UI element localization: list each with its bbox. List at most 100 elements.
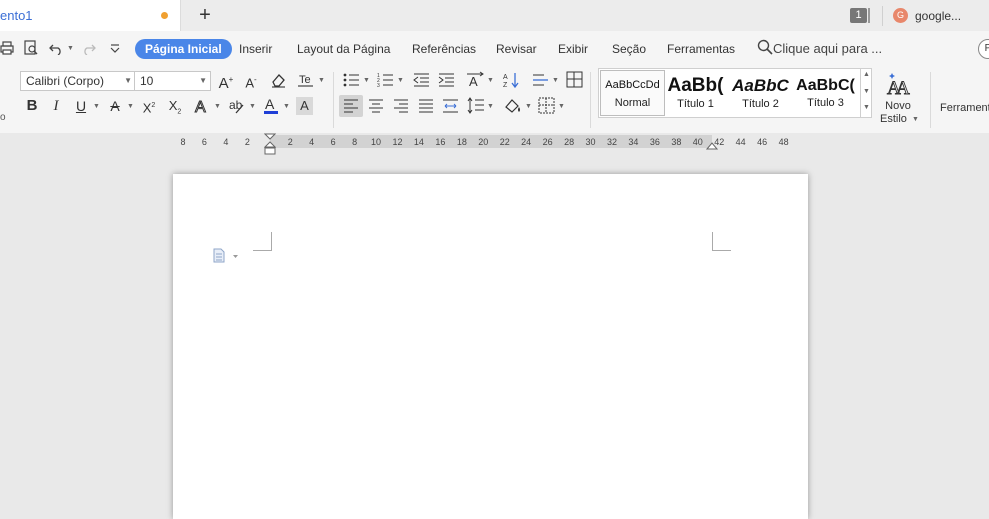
- print-icon[interactable]: [0, 41, 14, 55]
- new-style-label[interactable]: Novo: [884, 100, 912, 112]
- highlight-dropdown-icon[interactable]: ▼: [249, 103, 256, 110]
- text-effects-icon[interactable]: A: [194, 97, 211, 116]
- style-normal[interactable]: AaBbCcDd Normal: [600, 70, 665, 116]
- tab-secao[interactable]: Seção: [612, 42, 646, 56]
- align-right-icon[interactable]: [393, 98, 409, 114]
- chevron-down-icon: ▼: [199, 76, 207, 85]
- line-spacing-icon[interactable]: [467, 97, 485, 114]
- underline-button[interactable]: U: [73, 97, 89, 115]
- window-count-badge[interactable]: 1: [850, 8, 867, 23]
- line-spacing-options-icon[interactable]: [532, 72, 550, 88]
- right-indent-marker-icon[interactable]: [706, 140, 718, 150]
- character-spacing-icon[interactable]: Te: [297, 72, 315, 88]
- underline-dropdown-icon[interactable]: ▼: [93, 103, 100, 110]
- style-sample: AaBbC(: [796, 77, 855, 94]
- more-styles-icon[interactable]: ▼: [863, 104, 870, 111]
- numbering-icon[interactable]: 123: [377, 72, 395, 88]
- clear-formatting-icon[interactable]: [270, 72, 287, 88]
- shading-dropdown-icon[interactable]: ▼: [525, 103, 532, 110]
- svg-text:Z: Z: [503, 82, 508, 89]
- account-name[interactable]: google...: [915, 9, 961, 23]
- style-label: Título 2: [742, 98, 779, 110]
- search-icon[interactable]: [757, 39, 773, 55]
- grow-font-icon[interactable]: A+: [217, 71, 235, 93]
- text-direction-dropdown-icon[interactable]: ▼: [487, 77, 494, 84]
- italic-button[interactable]: I: [48, 97, 64, 115]
- strikethrough-dropdown-icon[interactable]: ▼: [127, 103, 134, 110]
- font-name-combo[interactable]: Calibri (Corpo) ▼: [20, 71, 136, 91]
- account-avatar[interactable]: G: [893, 8, 908, 23]
- svg-text:A: A: [469, 74, 478, 89]
- text-effects-dropdown-icon[interactable]: ▼: [214, 103, 221, 110]
- ruler-tick-label: 32: [606, 137, 617, 147]
- style-label: Título 1: [677, 98, 714, 110]
- line-spacing-dropdown-icon[interactable]: ▼: [487, 103, 494, 110]
- style-titulo-2[interactable]: AaBbC Título 2: [729, 70, 792, 114]
- bold-button[interactable]: B: [24, 97, 40, 115]
- borders-icon[interactable]: [538, 97, 555, 114]
- font-name-value: Calibri (Corpo): [26, 74, 105, 88]
- new-style-label-2[interactable]: Estilo: [880, 113, 907, 125]
- indent-marker-icon[interactable]: [264, 133, 276, 155]
- style-titulo-1[interactable]: AaBb( Título 1: [664, 70, 727, 114]
- tab-exibir[interactable]: Exibir: [558, 42, 588, 56]
- align-center-icon[interactable]: [368, 98, 384, 114]
- table-grid-icon[interactable]: [566, 71, 583, 88]
- unsaved-indicator-icon: [161, 12, 168, 19]
- customize-quick-access-icon[interactable]: [110, 43, 120, 53]
- line-spacing-options-dropdown-icon[interactable]: ▼: [552, 77, 559, 84]
- document-options-icon[interactable]: [213, 248, 241, 264]
- ruler-tick-label: 16: [435, 137, 446, 147]
- search-command-input[interactable]: Clique aqui para ...: [773, 41, 882, 56]
- document-page[interactable]: [173, 174, 808, 519]
- bullets-icon[interactable]: [343, 72, 361, 88]
- shading-icon[interactable]: [504, 97, 523, 114]
- strikethrough-button[interactable]: A: [107, 97, 123, 115]
- sort-icon[interactable]: AZ: [503, 71, 520, 89]
- ribbon-separator: [930, 72, 931, 128]
- undo-dropdown-icon[interactable]: ▼: [67, 45, 74, 52]
- font-color-icon[interactable]: A: [263, 96, 279, 116]
- chevron-down-icon[interactable]: ▼: [863, 88, 870, 95]
- font-size-value: 10: [140, 74, 154, 88]
- chevron-down-icon[interactable]: ▼: [912, 116, 919, 123]
- margin-corner-top-right: [712, 232, 731, 251]
- new-style-icon[interactable]: AA: [885, 72, 911, 98]
- tab-pagina-inicial[interactable]: Página Inicial: [135, 39, 232, 59]
- subscript-button[interactable]: X2: [166, 97, 184, 122]
- ruler-tick-label: 6: [330, 137, 336, 147]
- tab-inserir[interactable]: Inserir: [239, 42, 272, 56]
- font-size-combo[interactable]: 10 ▼: [134, 71, 211, 91]
- tab-referencias[interactable]: Referências: [412, 42, 476, 56]
- character-shading-button[interactable]: A: [296, 97, 313, 115]
- tab-revisar[interactable]: Revisar: [496, 42, 537, 56]
- tab-layout[interactable]: Layout da Página: [297, 42, 390, 56]
- decrease-indent-icon[interactable]: [413, 72, 430, 88]
- numbering-dropdown-icon[interactable]: ▼: [397, 77, 404, 84]
- styles-gallery-scroll[interactable]: ▲ ▼ ▼: [860, 68, 872, 118]
- superscript-button[interactable]: X2: [140, 97, 158, 117]
- undo-icon[interactable]: [49, 41, 63, 55]
- shrink-font-icon[interactable]: A-: [242, 71, 260, 92]
- bullets-dropdown-icon[interactable]: ▼: [363, 77, 370, 84]
- increase-indent-icon[interactable]: [438, 72, 455, 88]
- borders-dropdown-icon[interactable]: ▼: [558, 103, 565, 110]
- redo-icon[interactable]: [82, 41, 96, 55]
- tab-ferramentas[interactable]: Ferramentas: [667, 42, 735, 56]
- text-direction-icon[interactable]: A: [466, 71, 485, 89]
- font-color-dropdown-icon[interactable]: ▼: [283, 103, 290, 110]
- ruler-tick-label: 10: [371, 137, 382, 147]
- print-preview-icon[interactable]: [23, 40, 39, 56]
- distributed-align-icon[interactable]: [442, 98, 459, 114]
- tools-group-label[interactable]: Ferrament: [940, 102, 989, 114]
- highlight-icon[interactable]: ab: [228, 97, 246, 115]
- style-titulo-3[interactable]: AaBbC( Título 3: [794, 70, 857, 114]
- justify-icon[interactable]: [418, 98, 434, 114]
- new-tab-button[interactable]: +: [195, 4, 215, 26]
- chevron-down-icon[interactable]: ▼: [318, 77, 325, 84]
- ruler-tick-label: 26: [542, 137, 553, 147]
- ruler-tick-label: 14: [413, 137, 424, 147]
- ribbon-separator: [333, 72, 334, 128]
- chevron-up-icon[interactable]: ▲: [863, 71, 870, 78]
- ruler-tick-label: 34: [628, 137, 639, 147]
